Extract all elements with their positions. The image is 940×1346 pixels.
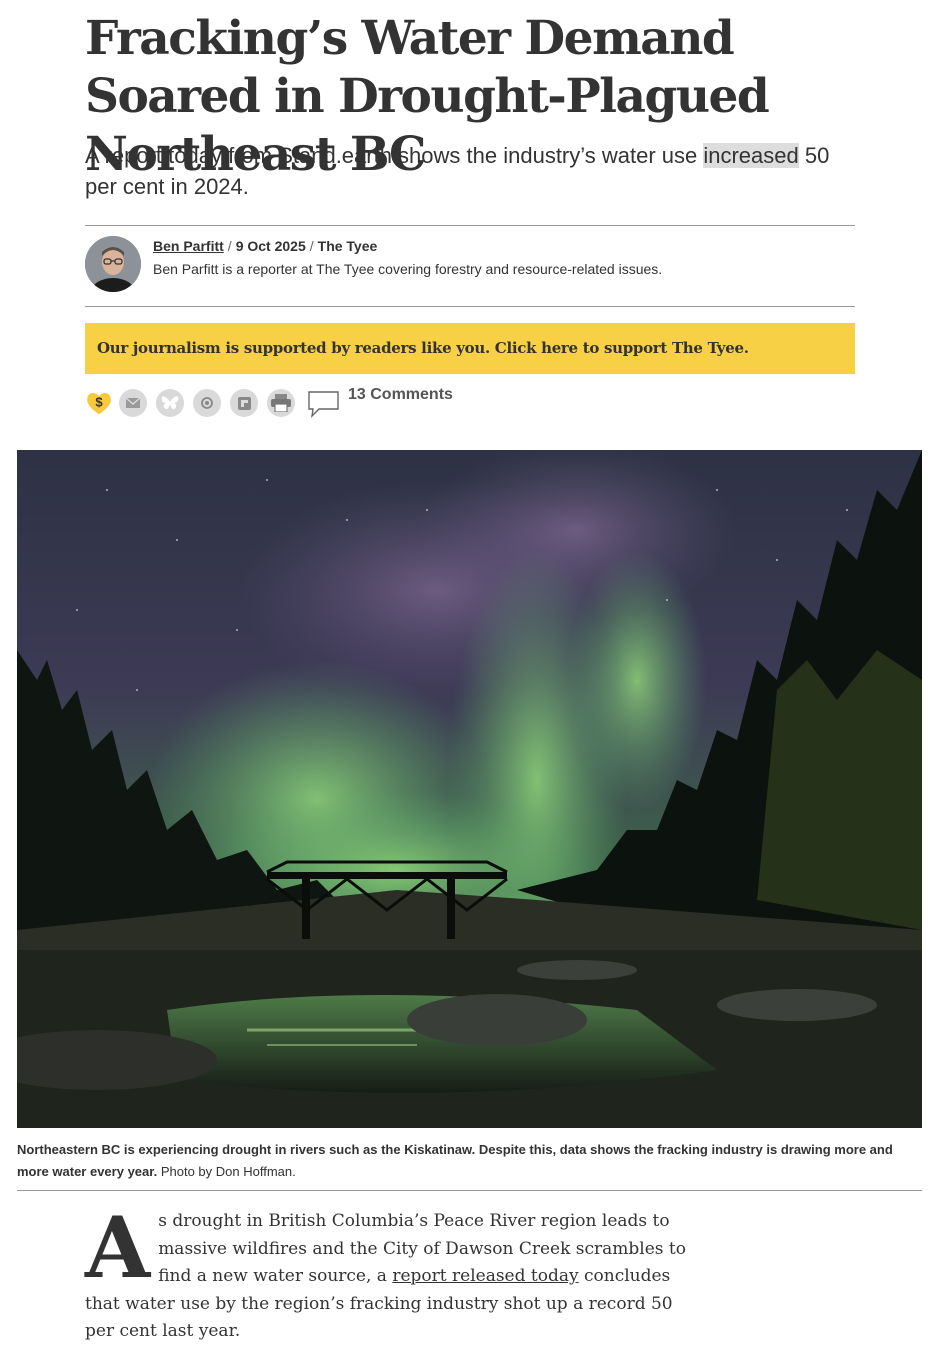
byline-line: Ben Parfitt/9 Oct 2025/The Tyee	[153, 238, 377, 254]
caption-divider	[17, 1190, 922, 1191]
article-dek: A report today from Stand.earth shows th…	[85, 140, 855, 202]
photo-credit: Photo by Don Hoffman.	[157, 1164, 296, 1179]
print-icon[interactable]	[267, 389, 295, 417]
author-link[interactable]: Ben Parfitt	[153, 238, 224, 254]
comment-icon[interactable]	[307, 387, 341, 421]
comments-link[interactable]: 13 Comments	[348, 386, 453, 404]
byline-divider	[85, 306, 855, 307]
mastodon-icon[interactable]	[193, 389, 221, 417]
byline-separator: /	[227, 238, 232, 254]
article-body: As drought in British Columbia’s Peace R…	[85, 1198, 705, 1346]
hero-photo-aurora-river	[17, 450, 922, 1128]
dek-text-start: A report today from Stand.earth shows th…	[85, 143, 704, 168]
byline-separator: /	[309, 238, 314, 254]
publish-date: 9 Oct 2025	[235, 238, 306, 254]
publication-name: The Tyee	[317, 238, 378, 254]
svg-text:$: $	[95, 395, 103, 410]
caption-text: Northeastern BC is experiencing drought …	[17, 1142, 893, 1179]
flipboard-icon[interactable]	[230, 389, 258, 417]
email-icon[interactable]	[119, 389, 147, 417]
support-banner[interactable]: Our journalism is supported by readers l…	[85, 323, 855, 374]
top-divider	[85, 225, 855, 226]
drop-cap: A	[85, 1198, 151, 1297]
donate-heart-icon[interactable]: $	[85, 389, 113, 417]
dek-highlighted-word: increased	[703, 143, 799, 168]
photo-caption: Northeastern BC is experiencing drought …	[17, 1139, 922, 1183]
author-bio: Ben Parfitt is a reporter at The Tyee co…	[153, 261, 663, 277]
bluesky-icon[interactable]	[156, 389, 184, 417]
share-toolbar: $ 13 Comments	[85, 386, 485, 422]
byline: Ben Parfitt/9 Oct 2025/The Tyee Ben Parf…	[85, 236, 855, 296]
author-avatar[interactable]	[85, 236, 141, 292]
report-link[interactable]: report released today	[392, 1266, 578, 1286]
support-banner-text[interactable]: Our journalism is supported by readers l…	[97, 339, 749, 357]
